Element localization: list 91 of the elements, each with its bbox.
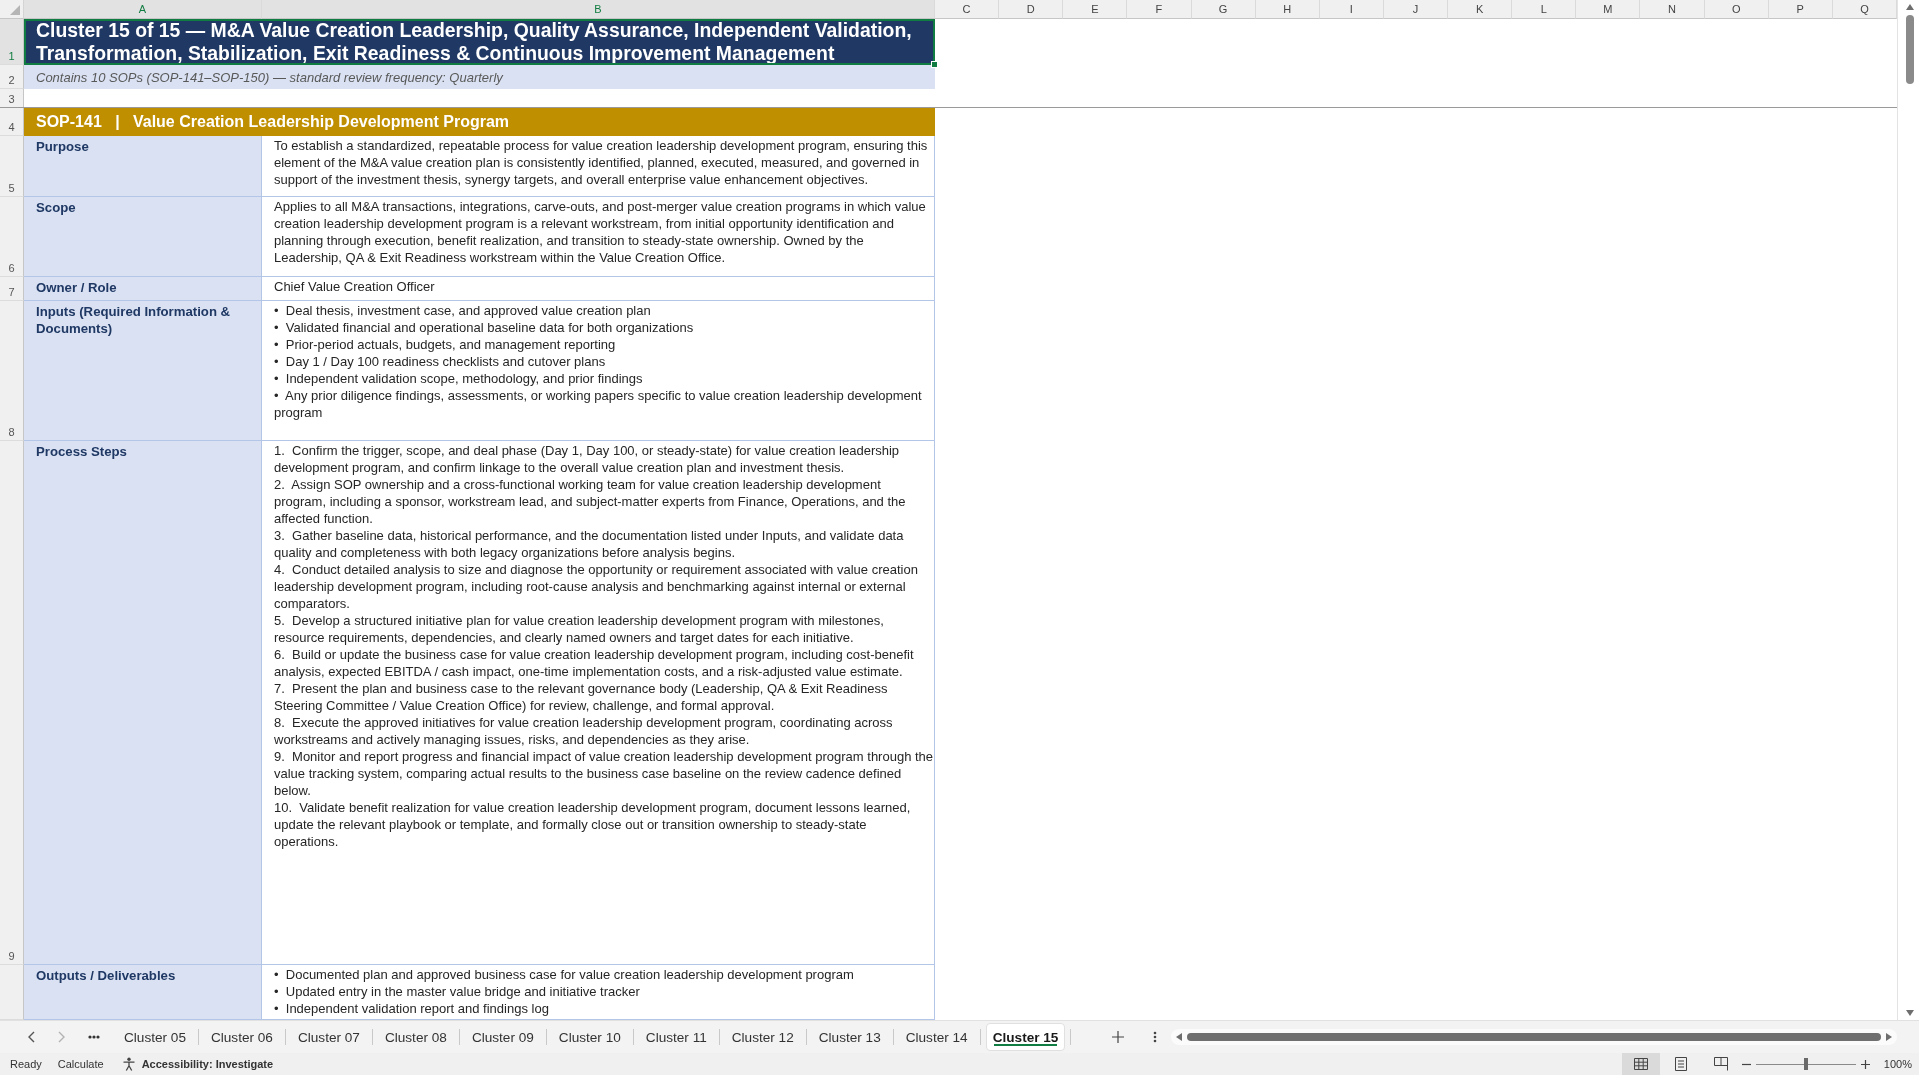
chevron-left-icon[interactable] xyxy=(27,1031,35,1043)
page-break-icon xyxy=(1713,1057,1728,1071)
list-item-text: 4. Conduct detailed analysis to size and diagnose the opportunity or requirement associated with value creation leadership development program, including root-cause analysis and benchmarking against internal or external comparators. xyxy=(274,561,919,612)
column-header[interactable]: E xyxy=(1063,0,1128,19)
normal-view-button[interactable] xyxy=(1621,1053,1660,1075)
column-header[interactable]: C xyxy=(935,0,1000,19)
scrollbar-thumb[interactable] xyxy=(1905,15,1914,84)
column-header[interactable]: I xyxy=(1319,0,1384,19)
row-header[interactable]: 8 xyxy=(0,301,24,441)
list-item-text: 10. Validate benefit realization for value creation leadership development program, document lessons learned, update the relevant playbook or template, and formally close out or transition ownership to steady-state operations. xyxy=(274,799,912,850)
list-item-text: • Independent validation report and findings log xyxy=(274,1000,549,1017)
list-item-text: • Any prior diligence findings, assessments, or working papers specific to value creation leadership development program xyxy=(274,387,923,421)
subtitle-cell: Contains 10 SOPs (SOP-141–SOP-150) — standard review frequency: Quarterly xyxy=(24,65,935,89)
sheet-tab[interactable]: Cluster 11 xyxy=(638,1023,714,1051)
horizontal-scrollbar[interactable] xyxy=(1171,1029,1897,1045)
list-item-text: 1. Confirm the trigger, scope, and deal phase (Day 1, Day 100, or steady-state) for value creation leadership development program, and confirm linkage to the overall value creation plan and investment thesis. xyxy=(274,442,901,476)
sheet-tab[interactable]: Cluster 14 xyxy=(898,1023,975,1051)
vertical-dots-icon[interactable] xyxy=(1153,1031,1158,1043)
sheet-tab[interactable]: Cluster 13 xyxy=(811,1023,888,1051)
row-header[interactable]: 2 xyxy=(0,65,24,89)
list-item-text: • Prior-period actuals, budgets, and management reporting xyxy=(274,336,616,353)
title-cell: Cluster 15 of 15 — M&A Value Creation Leadership, Quality Assurance, Independent Validation, Transformation, Stabilization, Exit Readiness & Continuous Improvement Management xyxy=(24,19,935,65)
list-item-text: 8. Execute the approved initiatives for value creation leadership development program, coordinating across workstreams and actively managing issues, risks, and dependencies as they arise. xyxy=(274,714,894,748)
list-item-text: • Updated entry in the master value bridge and initiative tracker xyxy=(274,983,640,1000)
list-item-text: • Independent validation scope, methodology, and prior findings xyxy=(274,370,643,387)
row-header[interactable]: 6 xyxy=(0,197,24,277)
field-label-cell: Purpose xyxy=(24,136,262,197)
ellipsis-icon[interactable] xyxy=(88,1035,100,1039)
right-triangle-icon[interactable] xyxy=(1886,1033,1892,1041)
column-header[interactable]: H xyxy=(1255,0,1320,19)
field-text: To establish a standardized, repeatable process for value creation leadership development program, ensuring this element of the M&A value creation plan is consistently identified, planned, executed, measured, and governed in support of the investment thesis, synergy targets, and overall enterprise value enhancement objectives. xyxy=(274,137,929,188)
list-item-text: 9. Monitor and report progress and financial impact of value creation leadership development program through the value tracking system, comparing actual results to the business case baseline on the review cadence defined below. xyxy=(274,748,934,799)
list-item-text: 2. Assign SOP ownership and a cross-functional working team for value creation leadership development program, including a sponsor, workstream lead, and subject-matter experts from Finance, Operations, and the affected function. xyxy=(274,476,907,527)
column-header[interactable]: L xyxy=(1512,0,1577,19)
row-header[interactable]: 1 xyxy=(0,19,24,65)
triangle-icon xyxy=(10,5,20,15)
column-header[interactable]: N xyxy=(1640,0,1705,19)
list-item-text: • Day 1 / Day 100 readiness checklists and cutover plans xyxy=(274,353,606,370)
column-header[interactable]: J xyxy=(1383,0,1449,19)
list-item-text: 7. Present the plan and business case to the relevant governance body (Leadership, QA & Exit Readiness Steering Committee / Value Creation Office) for review, challenge, and formal approval. xyxy=(274,680,889,714)
column-header[interactable]: G xyxy=(1191,0,1256,19)
left-triangle-icon[interactable] xyxy=(1176,1033,1183,1041)
list-item-text: 6. Build or update the business case for value creation leadership development program, including cost-benefit analysis, expected EBITDA / cash impact, one-time implementation costs, and a risk-adjusted value estimate. xyxy=(274,646,915,680)
column-header[interactable]: D xyxy=(999,0,1064,19)
column-header[interactable]: A xyxy=(24,0,262,19)
sheet-tab[interactable]: Cluster 08 xyxy=(377,1023,454,1051)
column-header[interactable]: F xyxy=(1127,0,1192,19)
list-item-text: • Documented plan and approved business case for value creation leadership development program xyxy=(274,966,854,983)
plus-icon[interactable] xyxy=(1860,1059,1870,1069)
list-item-text: • Validated financial and operational baseline data for both organizations xyxy=(274,319,694,336)
plus-icon[interactable] xyxy=(1112,1031,1125,1043)
field-text: Chief Value Creation Officer xyxy=(274,278,435,295)
scrollbar-thumb[interactable] xyxy=(1187,1033,1881,1041)
column-header[interactable]: M xyxy=(1576,0,1641,19)
column-header[interactable]: B xyxy=(262,0,935,19)
sheet-tab[interactable]: Cluster 10 xyxy=(551,1023,628,1051)
field-label-cell: Process Steps xyxy=(24,441,262,965)
down-triangle-icon[interactable] xyxy=(1905,1010,1914,1016)
grid-icon xyxy=(1633,1058,1648,1070)
list-item-text: • Deal thesis, investment case, and approved value creation plan xyxy=(274,302,651,319)
sheet-tab[interactable]: Cluster 15 xyxy=(985,1023,1066,1051)
field-text: Applies to all M&A transactions, integrations, carve-outs, and post-merger value creation programs in which value creation leadership development program is a relevant workstream, from initial opportunity identification and planning through execution, benefit realization, and transition to steady-state ownership. Owned by the Leadership, QA & Exit Readiness workstream within the Value Creation Office. xyxy=(274,198,927,266)
row-header[interactable]: 4 xyxy=(0,108,24,136)
accessibility-button[interactable]: Accessibility: Investigate xyxy=(121,1057,274,1071)
sheet-tab[interactable]: Cluster 05 xyxy=(117,1023,193,1051)
column-header[interactable]: K xyxy=(1448,0,1513,19)
row-header[interactable]: 7 xyxy=(0,277,24,301)
row-header[interactable]: 5 xyxy=(0,136,24,197)
row-header[interactable]: 9 xyxy=(0,441,24,965)
column-header[interactable]: P xyxy=(1768,0,1833,19)
column-header[interactable]: Q xyxy=(1832,0,1897,19)
calculate-button[interactable]: Calculate xyxy=(57,1058,104,1070)
column-header[interactable]: O xyxy=(1704,0,1769,19)
sheet-tab[interactable]: Cluster 06 xyxy=(203,1023,280,1051)
zoom-level-button[interactable]: 100% xyxy=(1883,1058,1912,1070)
status-text: Ready xyxy=(10,1058,42,1070)
list-item-text: 5. Develop a structured initiative plan for value creation leadership development program with milestones, resource requirements, dependencies, and clearly named owners and target dates for each initiative. xyxy=(274,612,885,646)
section-header-cell: SOP-141 | Value Creation Leadership Development Program xyxy=(24,108,935,136)
fill-handle[interactable] xyxy=(931,61,938,68)
list-item-text: 3. Gather baseline data, historical performance, and the documentation listed under Inputs, and validate data quality and completeness with both legacy organizations before analysis begins. xyxy=(274,527,905,561)
field-label-cell: Owner / Role xyxy=(24,277,262,301)
field-label-cell: Outputs / Deliverables xyxy=(24,965,262,1020)
page-icon xyxy=(1674,1057,1687,1071)
person-icon xyxy=(121,1057,136,1071)
sheet-tab[interactable]: Cluster 07 xyxy=(290,1023,367,1051)
sheet-tab[interactable]: Cluster 09 xyxy=(464,1023,541,1051)
field-label-cell: Scope xyxy=(24,197,262,277)
sheet-tab[interactable]: Cluster 12 xyxy=(724,1023,801,1051)
zoom-slider-thumb[interactable] xyxy=(1803,1058,1808,1070)
up-triangle-icon[interactable] xyxy=(1905,4,1914,10)
field-label-cell: Inputs (Required Information & Documents) xyxy=(24,301,262,441)
